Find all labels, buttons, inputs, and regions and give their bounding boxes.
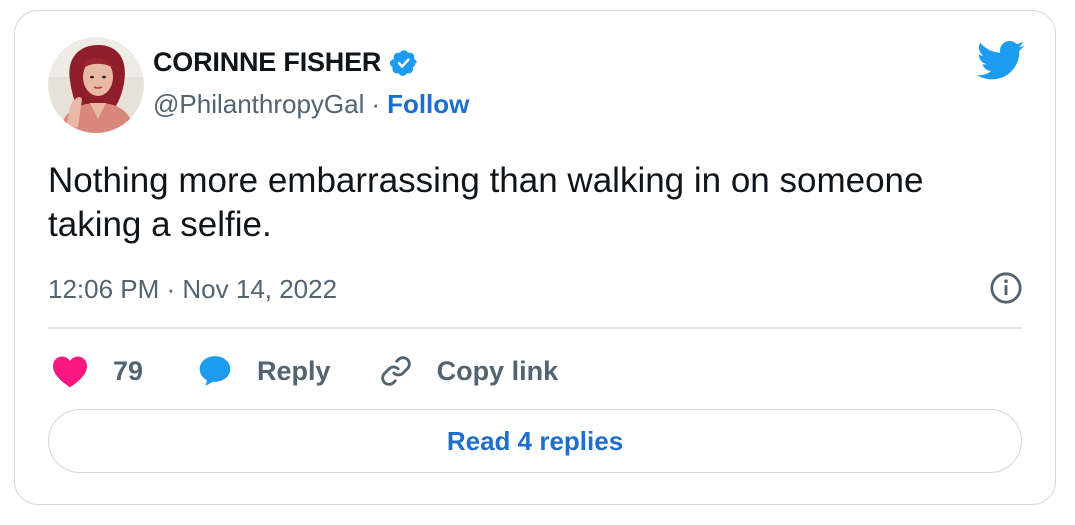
twitter-bird-icon[interactable]	[977, 41, 1025, 81]
info-icon[interactable]	[989, 271, 1023, 305]
speech-bubble-icon	[199, 356, 231, 386]
follow-button[interactable]: Follow	[387, 89, 469, 120]
copy-link-label: Copy link	[436, 355, 559, 386]
author-name-row: CORINNE FISHER	[153, 47, 419, 78]
divider	[48, 327, 1022, 329]
author-handle[interactable]: @PhilanthropyGal	[153, 89, 364, 120]
tweet-timestamp[interactable]: 12:06 PM · Nov 14, 2022	[48, 274, 337, 305]
author-handle-row: @PhilanthropyGal · Follow	[153, 89, 469, 120]
like-count: 79	[113, 355, 144, 386]
avatar[interactable]	[48, 37, 144, 133]
tweet-text: Nothing more embarrassing than walking i…	[48, 161, 924, 244]
author-name[interactable]: CORINNE FISHER	[153, 47, 381, 78]
reply-button[interactable]: Reply	[197, 354, 331, 388]
reply-label: Reply	[257, 355, 331, 386]
tweet-card: CORINNE FISHER @PhilanthropyGal · Follow…	[14, 10, 1056, 505]
heart-icon	[53, 356, 87, 388]
copy-link-button[interactable]: Copy link	[379, 354, 559, 388]
action-bar: 79 Reply Copy link	[51, 351, 558, 391]
like-button[interactable]: 79	[51, 354, 143, 388]
read-replies-button[interactable]: Read 4 replies	[48, 409, 1022, 473]
separator-dot: ·	[371, 89, 381, 119]
verified-badge-icon	[390, 49, 418, 76]
link-icon	[380, 356, 411, 386]
